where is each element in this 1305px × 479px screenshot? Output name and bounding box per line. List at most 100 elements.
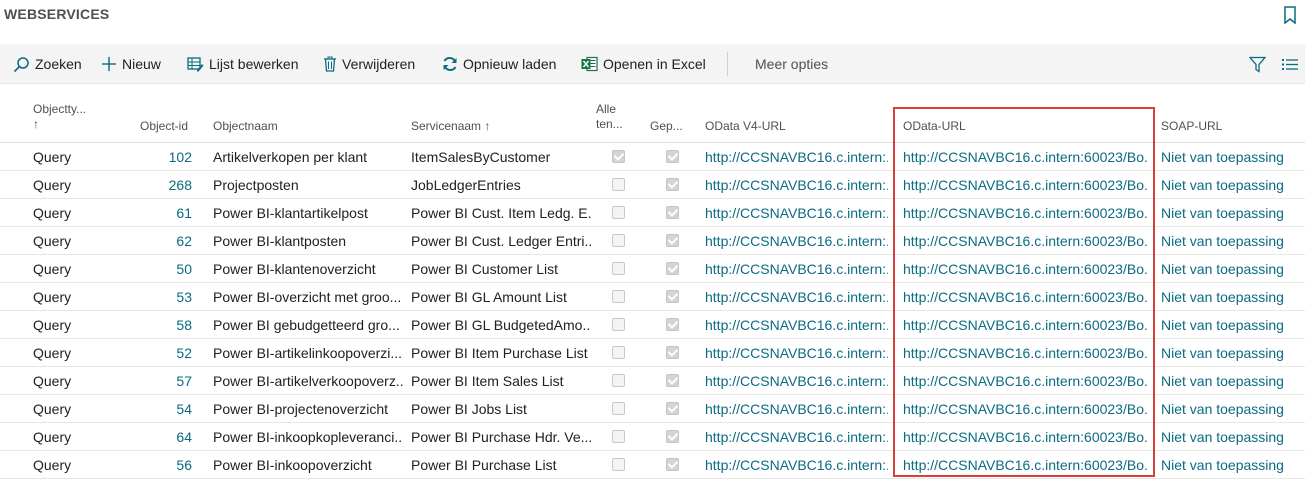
soap-url-link[interactable]: Niet van toepassing [1161, 429, 1301, 445]
table-row[interactable]: Query 52 Power BI-artikelinkoopoverzi... Po… [0, 339, 1305, 367]
filter-icon[interactable] [1249, 56, 1266, 73]
object-id-link[interactable]: 58 [110, 317, 192, 333]
table-row[interactable]: Query 64 Power BI-inkoopkopleveranci... Pow… [0, 423, 1305, 451]
odata-url-link[interactable]: http://CCSNAVBC16.c.intern:60023/Bo... [903, 373, 1148, 389]
table-row[interactable]: Query 53 Power BI-overzicht met groo... Pow… [0, 283, 1305, 311]
object-id-link[interactable]: 50 [110, 261, 192, 277]
odata-v4-url-link[interactable]: http://CCSNAVBC16.c.intern:... [705, 317, 888, 333]
column-header-odata-v4-url[interactable]: OData V4-URL [705, 119, 786, 134]
object-id-link[interactable]: 61 [110, 205, 192, 221]
table-row[interactable]: Query 102 Artikelverkopen per klant ItemSal… [0, 143, 1305, 171]
edit-list-label: Lijst bewerken [209, 56, 299, 72]
column-header-soap-url[interactable]: SOAP-URL [1161, 119, 1222, 134]
table-row[interactable]: Query 56 Power BI-inkoopoverzicht Power BI … [0, 451, 1305, 479]
object-name-cell: Power BI-projectenoverzicht [213, 401, 389, 417]
soap-url-link[interactable]: Niet van toepassing [1161, 233, 1301, 249]
trash-icon [324, 56, 336, 72]
column-header-all-tenants[interactable]: Alle ten... [596, 102, 623, 132]
plus-icon [102, 57, 116, 71]
object-type-cell: Query [33, 261, 72, 277]
soap-url-link[interactable]: Niet van toepassing [1161, 373, 1301, 389]
object-type-cell: Query [33, 233, 72, 249]
object-id-link[interactable]: 268 [110, 177, 192, 193]
object-name-cell: Power BI gebudgetteerd gro... [213, 317, 400, 333]
object-id-link[interactable]: 54 [110, 401, 192, 417]
odata-url-link[interactable]: http://CCSNAVBC16.c.intern:60023/Bo... [903, 317, 1148, 333]
odata-url-link[interactable]: http://CCSNAVBC16.c.intern:60023/Bo... [903, 289, 1148, 305]
all-tenants-checkbox [612, 318, 625, 331]
object-id-link[interactable]: 56 [110, 457, 192, 473]
odata-v4-url-link[interactable]: http://CCSNAVBC16.c.intern:... [705, 429, 888, 445]
soap-url-link[interactable]: Niet van toepassing [1161, 289, 1301, 305]
odata-v4-url-link[interactable]: http://CCSNAVBC16.c.intern:... [705, 233, 888, 249]
open-in-excel-button[interactable]: Openen in Excel [581, 44, 706, 84]
odata-v4-url-link[interactable]: http://CCSNAVBC16.c.intern:... [705, 373, 888, 389]
more-options-button[interactable]: Meer opties [755, 44, 828, 84]
all-tenants-checkbox [612, 374, 625, 387]
odata-v4-url-link[interactable]: http://CCSNAVBC16.c.intern:... [705, 261, 888, 277]
soap-url-link[interactable]: Niet van toepassing [1161, 317, 1301, 333]
odata-url-link[interactable]: http://CCSNAVBC16.c.intern:60023/Bo... [903, 205, 1148, 221]
object-id-link[interactable]: 102 [110, 149, 192, 165]
table-row[interactable]: Query 57 Power BI-artikelverkoopoverz... Po… [0, 367, 1305, 395]
all-tenants-checkbox [612, 234, 625, 247]
odata-v4-url-link[interactable]: http://CCSNAVBC16.c.intern:... [705, 205, 888, 221]
object-id-link[interactable]: 53 [110, 289, 192, 305]
all-tenants-checkbox [612, 178, 625, 191]
object-type-cell: Query [33, 345, 72, 361]
table-row[interactable]: Query 268 Projectposten JobLedgerEntries htt… [0, 171, 1305, 199]
table-row[interactable]: Query 61 Power BI-klantartikelpost Power BI… [0, 199, 1305, 227]
table-row[interactable]: Query 62 Power BI-klantposten Power BI Cust… [0, 227, 1305, 255]
odata-url-link[interactable]: http://CCSNAVBC16.c.intern:60023/Bo... [903, 429, 1148, 445]
odata-v4-url-link[interactable]: http://CCSNAVBC16.c.intern:... [705, 457, 888, 473]
refresh-icon [443, 57, 457, 71]
soap-url-link[interactable]: Niet van toepassing [1161, 205, 1301, 221]
object-type-cell: Query [33, 149, 72, 165]
column-header-service-name[interactable]: Servicenaam ↑ [411, 119, 490, 134]
edit-list-button[interactable]: Lijst bewerken [187, 44, 299, 84]
object-id-link[interactable]: 62 [110, 233, 192, 249]
table-row[interactable]: Query 50 Power BI-klantenoverzicht Power BI… [0, 255, 1305, 283]
bookmark-icon[interactable] [1283, 6, 1297, 24]
reload-button[interactable]: Opnieuw laden [442, 44, 556, 84]
list-view-icon[interactable] [1282, 58, 1298, 71]
column-header-object-id[interactable]: Object-id [140, 119, 188, 134]
soap-url-link[interactable]: Niet van toepassing [1161, 261, 1301, 277]
column-header-all-tenants-line1: Alle [596, 102, 617, 116]
soap-url-link[interactable]: Niet van toepassing [1161, 401, 1301, 417]
table-row[interactable]: Query 54 Power BI-projectenoverzicht Power … [0, 395, 1305, 423]
top-bar: WEBSERVICES [0, 0, 1305, 44]
odata-v4-url-link[interactable]: http://CCSNAVBC16.c.intern:... [705, 149, 888, 165]
odata-url-link[interactable]: http://CCSNAVBC16.c.intern:60023/Bo... [903, 261, 1148, 277]
column-header-object-name[interactable]: Objectnaam [213, 119, 278, 134]
column-header-odata-url[interactable]: OData-URL [903, 119, 966, 134]
odata-url-link[interactable]: http://CCSNAVBC16.c.intern:60023/Bo... [903, 345, 1148, 361]
soap-url-link[interactable]: Niet van toepassing [1161, 345, 1301, 361]
soap-url-link[interactable]: Niet van toepassing [1161, 177, 1301, 193]
object-id-link[interactable]: 52 [110, 345, 192, 361]
soap-url-link[interactable]: Niet van toepassing [1161, 457, 1301, 473]
odata-v4-url-link[interactable]: http://CCSNAVBC16.c.intern:... [705, 345, 888, 361]
odata-url-link[interactable]: http://CCSNAVBC16.c.intern:60023/Bo... [903, 233, 1148, 249]
delete-button[interactable]: Verwijderen [323, 44, 415, 84]
soap-url-link[interactable]: Niet van toepassing [1161, 149, 1301, 165]
odata-url-link[interactable]: http://CCSNAVBC16.c.intern:60023/Bo... [903, 149, 1148, 165]
column-header-object-type[interactable]: Objectty... ↑ [33, 102, 86, 132]
column-header-published[interactable]: Gep... [650, 119, 683, 134]
object-name-cell: Power BI-inkoopkopleveranci... [213, 429, 403, 445]
table-row[interactable]: Query 58 Power BI gebudgetteerd gro... Powe… [0, 311, 1305, 339]
search-button[interactable]: Zoeken [13, 44, 82, 84]
delete-label: Verwijderen [342, 56, 416, 72]
odata-v4-url-link[interactable]: http://CCSNAVBC16.c.intern:... [705, 289, 888, 305]
column-header-all-tenants-line2: ten... [596, 117, 623, 131]
new-button[interactable]: Nieuw [101, 44, 161, 84]
odata-v4-url-link[interactable]: http://CCSNAVBC16.c.intern:... [705, 177, 888, 193]
odata-url-link[interactable]: http://CCSNAVBC16.c.intern:60023/Bo... [903, 401, 1148, 417]
odata-v4-url-link[interactable]: http://CCSNAVBC16.c.intern:... [705, 401, 888, 417]
odata-url-link[interactable]: http://CCSNAVBC16.c.intern:60023/Bo... [903, 457, 1148, 473]
object-id-link[interactable]: 64 [110, 429, 192, 445]
odata-url-link[interactable]: http://CCSNAVBC16.c.intern:60023/Bo... [903, 177, 1148, 193]
search-label: Zoeken [35, 56, 82, 72]
service-name-cell: Power BI Cust. Ledger Entri... [411, 233, 591, 249]
object-id-link[interactable]: 57 [110, 373, 192, 389]
